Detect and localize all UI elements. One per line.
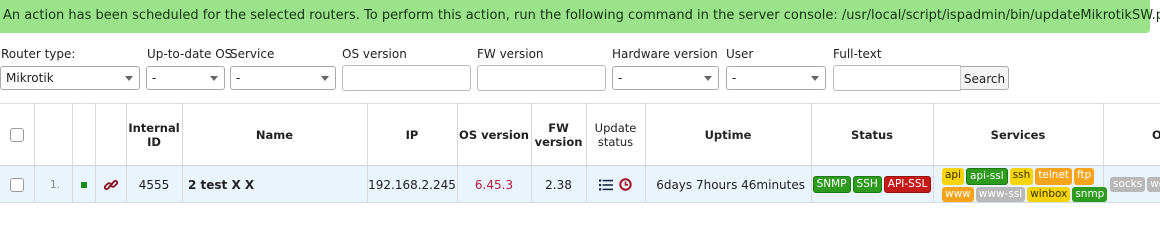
- chevron-down-icon: [125, 76, 133, 81]
- header-name[interactable]: Name: [182, 103, 367, 166]
- service-label: Service: [230, 47, 275, 61]
- row-status: SNMP SSH API-SSL: [811, 166, 933, 203]
- services-line-2: www www-ssl winbox snmp: [941, 186, 1108, 203]
- other-badge-socks: socks: [1110, 177, 1146, 192]
- os-version-input[interactable]: [342, 65, 471, 91]
- banner-message: An action has been scheduled for the sel…: [3, 8, 1160, 23]
- chevron-down-icon: [321, 76, 329, 81]
- service-value: -: [236, 71, 241, 85]
- header-ip[interactable]: IP: [367, 103, 457, 166]
- row-services: api api-ssl ssh telnet ftp www www-ssl w…: [933, 166, 1108, 203]
- chevron-down-icon: [811, 76, 819, 81]
- service-badge-api-ssl: api-ssl: [966, 167, 1008, 185]
- fulltext-label: Full-text: [833, 47, 882, 61]
- fw-version-label: FW version: [477, 47, 544, 61]
- header-other: O: [1152, 127, 1160, 142]
- header-internal-id[interactable]: Internal ID: [126, 103, 182, 166]
- chevron-down-icon: [704, 76, 712, 81]
- row-update-status: [586, 166, 645, 203]
- chevron-down-icon: [210, 76, 218, 81]
- status-badge-snmp: SNMP: [812, 176, 851, 193]
- service-badge-telnet: telnet: [1035, 167, 1073, 185]
- row-internal-id: 4555: [138, 177, 170, 192]
- routers-table: Internal ID Name IP OS version FW versio…: [0, 103, 1160, 203]
- service-select[interactable]: -: [230, 66, 336, 90]
- online-indicator-cell: [72, 166, 95, 203]
- status-badge-ssh: SSH: [852, 176, 882, 193]
- router-type-select[interactable]: Mikrotik: [0, 66, 140, 90]
- row-index: 1.: [49, 178, 61, 191]
- header-os-version[interactable]: OS version: [457, 103, 531, 166]
- link-cell: [95, 166, 126, 203]
- header-services[interactable]: Services: [933, 103, 1103, 166]
- row-ip: 192.168.2.245: [368, 177, 456, 192]
- user-select[interactable]: -: [726, 66, 826, 90]
- service-badge-ftp: ftp: [1074, 167, 1095, 185]
- search-button[interactable]: Search: [960, 66, 1009, 90]
- select-all-checkbox[interactable]: [10, 127, 24, 142]
- online-status-icon: [80, 181, 87, 188]
- os-version-label: OS version: [342, 47, 407, 61]
- row-select-cell: [0, 166, 34, 203]
- uptodate-os-label: Up-to-date OS: [147, 47, 233, 61]
- hardware-version-select[interactable]: -: [612, 66, 719, 90]
- header-update-status: Update status: [594, 120, 637, 149]
- service-badge-api: api: [942, 167, 965, 185]
- row-os-version: 6.45.3: [474, 177, 514, 192]
- clock-icon[interactable]: [619, 178, 632, 191]
- hardware-version-value: -: [618, 71, 623, 85]
- service-badge-www-ssl: www-ssl: [975, 186, 1026, 202]
- header-fw-version[interactable]: FW version: [531, 103, 586, 166]
- fw-version-input[interactable]: [477, 65, 606, 91]
- service-badge-winbox: winbox: [1027, 186, 1071, 202]
- services-line-1: api api-ssl ssh telnet ftp: [941, 167, 1095, 186]
- router-type-value: Mikrotik: [6, 71, 54, 85]
- list-icon[interactable]: [599, 179, 613, 191]
- action-scheduled-banner: An action has been scheduled for the sel…: [0, 0, 1160, 33]
- row-name[interactable]: 2 test X X: [182, 166, 367, 203]
- router-type-label: Router type:: [1, 47, 76, 61]
- link-icon[interactable]: [103, 178, 118, 192]
- fulltext-input[interactable]: [833, 65, 961, 91]
- user-value: -: [732, 71, 737, 85]
- other-badge-we: we: [1147, 177, 1160, 192]
- row-other: socks we: [1103, 166, 1160, 203]
- header-status[interactable]: Status: [811, 103, 933, 166]
- service-badge-www: www: [942, 186, 974, 202]
- user-label: User: [726, 47, 754, 61]
- uptodate-os-value: -: [152, 71, 157, 85]
- row-uptime: 6days 7hours 46minutes: [656, 177, 805, 192]
- service-badge-ssh: ssh: [1009, 167, 1034, 185]
- header-uptime[interactable]: Uptime: [645, 103, 811, 166]
- status-badge-api-ssl: API-SSL: [883, 176, 932, 193]
- row-checkbox[interactable]: [10, 177, 24, 192]
- hardware-version-label: Hardware version: [612, 47, 718, 61]
- uptodate-os-select[interactable]: -: [146, 66, 225, 90]
- row-fw-version: 2.38: [545, 177, 572, 192]
- select-all-cell: [0, 103, 34, 166]
